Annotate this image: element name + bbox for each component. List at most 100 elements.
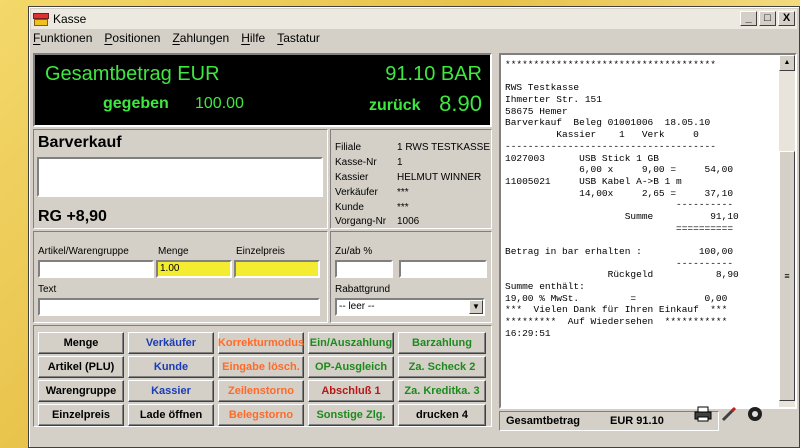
menu-funktionen[interactable]: Funktionen xyxy=(33,31,92,49)
receipt-line: ************************************* xyxy=(505,59,716,70)
info-key: Kunde xyxy=(335,202,364,213)
menu-zahlungen[interactable]: Zahlungen xyxy=(172,31,229,49)
record-icon[interactable] xyxy=(746,406,764,422)
verkaeufer-button[interactable]: Verkäufer xyxy=(128,332,214,354)
info-key: Vorgang-Nr xyxy=(335,216,387,227)
kasse-window: Kasse _ □ X Funktionen Positionen Zahlun… xyxy=(28,6,800,448)
minimize-button[interactable]: _ xyxy=(740,11,757,26)
entry-panel: Artikel/Warengruppe Menge Einzelpreis 1.… xyxy=(33,231,328,323)
function-buttons-panel: Menge Verkäufer Korrekturmodus Ein/Auszahlu… xyxy=(33,325,492,427)
price-label: Einzelpreis xyxy=(236,246,285,257)
close-button[interactable]: X xyxy=(778,11,795,26)
receipt-line: Barverkauf Beleg 01001006 18.05.10 xyxy=(505,117,711,129)
receipt-line: 19,00 % MwSt. = 0,00 xyxy=(505,292,728,304)
receipt-line: Betrag in bar erhalten : 100,00 xyxy=(505,246,734,257)
app-icon xyxy=(33,12,49,26)
status-total-label: Gesamtbetrag xyxy=(506,415,580,427)
eingabe-loeschen-button[interactable]: Eingabe lösch. xyxy=(218,356,304,378)
receipt-line xyxy=(505,71,777,83)
rg-amount: RG +8,90 xyxy=(38,208,107,225)
info-value: 1006 xyxy=(397,216,420,227)
receipt-line: ---------- xyxy=(505,199,734,211)
receipt-line: RWS Testkasse xyxy=(505,82,580,94)
einzelpreis-button[interactable]: Einzelpreis xyxy=(38,404,124,426)
receipt-line: 11005021 USB Kabel A->B 1 m xyxy=(505,175,682,187)
zeilenstorno-button[interactable]: Zeilenstorno xyxy=(218,380,304,402)
menu-tastatur[interactable]: Tastatur xyxy=(277,31,320,49)
korrekturmodus-button[interactable]: Korrekturmodus xyxy=(218,332,304,354)
kunde-button[interactable]: Kunde xyxy=(128,356,214,378)
za-scheck-button[interactable]: Za. Scheck 2 xyxy=(398,356,486,378)
info-row: Kasse-Nr 1 xyxy=(335,157,403,168)
receipt-text: ************************************* RWS… xyxy=(505,59,777,403)
receipt-line: 6,00 x 9,00 = 54,00 xyxy=(505,164,734,176)
receipt-line: 58675 Hemer xyxy=(505,105,568,117)
total-display: Gesamtbetrag EUR 91.10 BAR gegeben 100.0… xyxy=(33,53,492,127)
info-key: Kasse-Nr xyxy=(335,157,377,168)
info-key: Verkäufer xyxy=(335,187,378,198)
discount-reason-select[interactable]: -- leer -- ▼ xyxy=(335,298,485,316)
receipt-line: Rückgeld 8,90 xyxy=(505,269,739,281)
op-ausgleich-button[interactable]: OP-Ausgleich xyxy=(308,356,394,378)
artikel-plu-button[interactable]: Artikel (PLU) xyxy=(38,356,124,378)
receipt-line: 14,00x 2,65 = 37,10 xyxy=(505,187,734,199)
receipt-view[interactable]: ************************************* RWS… xyxy=(499,53,797,409)
change-value: 8.90 xyxy=(439,91,482,116)
printer-icon[interactable] xyxy=(694,406,712,422)
warengruppe-button[interactable]: Warengruppe xyxy=(38,380,124,402)
ein-auszahlung-button[interactable]: Ein/Auszahlung xyxy=(308,332,394,354)
info-row: Kunde *** xyxy=(335,202,409,213)
total-label: Gesamtbetrag EUR xyxy=(45,63,220,85)
barzahlung-button[interactable]: Barzahlung xyxy=(398,332,486,354)
discount-reason-value: -- leer -- xyxy=(339,301,375,312)
za-kreditkarte-button[interactable]: Za. Kreditka. 3 xyxy=(398,380,486,402)
receipt-line: Kassier 1 Verk 0 xyxy=(505,129,699,141)
info-value: 1 RWS TESTKASSE xyxy=(397,142,490,153)
receipt-line: ========== xyxy=(505,222,734,234)
belegstorno-button[interactable]: Belegstorno xyxy=(218,404,304,426)
info-row: Filiale 1 RWS TESTKASSE xyxy=(335,142,490,153)
receipt-line: 1027003 USB Stick 1 GB xyxy=(505,152,659,164)
sonstige-zlg-button[interactable]: Sonstige Zlg. xyxy=(308,404,394,426)
status-total-value: EUR 91.10 xyxy=(610,415,664,427)
discount-reason-label: Rabattgrund xyxy=(335,284,391,295)
abschluss-button[interactable]: Abschluß 1 xyxy=(308,380,394,402)
receipt-line: *** Vielen Dank für Ihren Einkauf *** xyxy=(505,304,728,316)
discount-percent-input[interactable] xyxy=(335,260,393,278)
sale-display-box xyxy=(37,157,323,197)
scroll-up-icon[interactable]: ▲ xyxy=(779,55,795,71)
info-panel: Filiale 1 RWS TESTKASSE Kasse-Nr 1 Kassier… xyxy=(330,129,492,229)
pen-icon[interactable] xyxy=(720,406,738,422)
price-input[interactable] xyxy=(234,260,320,278)
maximize-button[interactable]: □ xyxy=(759,11,776,26)
menu-hilfe[interactable]: Hilfe xyxy=(241,31,265,49)
info-row: Vorgang-Nr 1006 xyxy=(335,216,419,227)
receipt-line: ********* Auf Wiedersehen *********** xyxy=(505,316,728,328)
qty-input[interactable]: 1.00 xyxy=(156,260,232,278)
discount-amount-input[interactable] xyxy=(399,260,487,278)
menge-button[interactable]: Menge xyxy=(38,332,124,354)
receipt-line: 16:29:51 xyxy=(505,327,551,339)
drucken-button[interactable]: drucken 4 xyxy=(398,404,486,426)
receipt-line: ------------------------------------- xyxy=(505,140,716,152)
info-row: Kassier HELMUT WINNER xyxy=(335,172,481,183)
menu-positionen[interactable]: Positionen xyxy=(104,31,160,49)
text-label: Text xyxy=(38,284,57,295)
receipt-scrollbar[interactable]: ▲ ≡ xyxy=(779,55,795,407)
window-title: Kasse xyxy=(53,12,87,26)
article-input[interactable] xyxy=(38,260,154,278)
chevron-down-icon[interactable]: ▼ xyxy=(469,300,483,314)
text-input[interactable] xyxy=(38,298,320,316)
scroll-thumb[interactable]: ≡ xyxy=(779,151,795,401)
sale-panel: Barverkauf RG +8,90 xyxy=(33,129,328,229)
discount-panel: Zu/ab % Rabattgrund -- leer -- ▼ xyxy=(330,231,492,323)
lade-oeffnen-button[interactable]: Lade öffnen xyxy=(128,404,214,426)
status-icons xyxy=(694,406,764,422)
receipt-line: Summe 91,10 xyxy=(505,210,739,222)
total-value: 91.10 BAR xyxy=(385,63,482,85)
info-key: Filiale xyxy=(335,142,362,153)
kassier-button[interactable]: Kassier xyxy=(128,380,214,402)
title-bar[interactable]: Kasse _ □ X xyxy=(31,9,797,29)
info-row: Verkäufer *** xyxy=(335,187,409,198)
given-label: gegeben xyxy=(103,95,169,112)
